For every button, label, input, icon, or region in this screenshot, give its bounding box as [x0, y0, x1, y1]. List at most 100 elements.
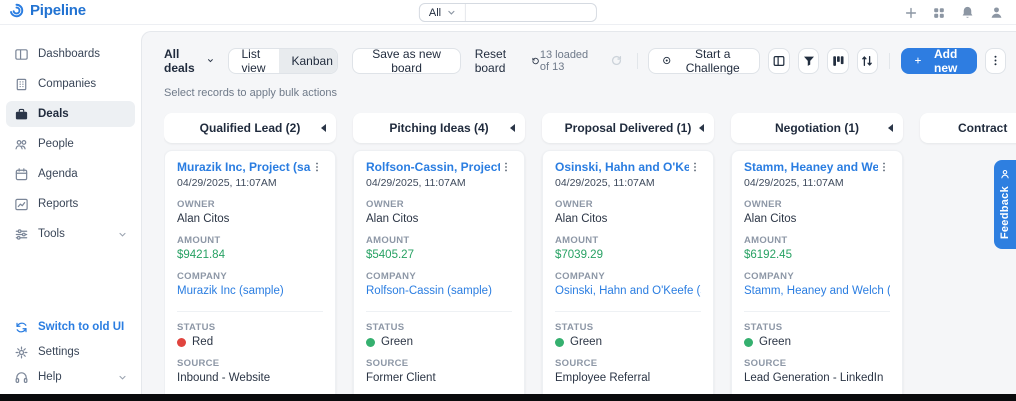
deal-card[interactable]: Stamm, Heaney and Welch, ... 04/29/2025,… [731, 150, 903, 394]
deal-title-link[interactable]: Stamm, Heaney and Welch, ... [744, 160, 878, 174]
deal-card[interactable]: Osinski, Hahn and O'Keefe, ... 04/29/202… [542, 150, 714, 394]
sort-arrows-icon [860, 54, 874, 68]
sidebar-item-label: Switch to old UI [38, 321, 124, 333]
global-search: All [419, 3, 597, 22]
kanban-bars-icon [831, 54, 845, 68]
plus-icon [914, 55, 922, 66]
apps-grid-icon[interactable] [932, 6, 946, 20]
status-dot [177, 338, 186, 347]
bell-icon[interactable] [960, 5, 975, 20]
deal-title-link[interactable]: Murazik Inc, Project (sam... [177, 160, 311, 174]
window-bottom-edge [0, 394, 1016, 401]
field-label-amount: AMOUNT [744, 235, 890, 246]
add-new-button[interactable]: Add new [901, 48, 977, 74]
field-label-company: COMPANY [177, 271, 323, 282]
board-selector-dropdown[interactable]: All deals [164, 47, 214, 75]
deal-amount: $7039.29 [555, 249, 701, 261]
quick-add-icon[interactable] [904, 6, 918, 20]
chevron-down-icon [207, 56, 214, 65]
tab-kanban-view[interactable]: Kanban [279, 49, 339, 73]
sidebar-item-dashboards[interactable]: Dashboards [6, 41, 135, 67]
save-as-new-board-button[interactable]: Save as new board [352, 48, 460, 74]
sidebar-item-label: Dashboards [38, 48, 100, 60]
sidebar-item-label: Help [38, 371, 62, 383]
sidebar-item-agenda[interactable]: Agenda [6, 161, 135, 187]
card-divider [555, 311, 701, 312]
card-menu-icon[interactable] [689, 161, 701, 173]
kanban-column-negotiation: Negotiation (1) Stamm, Heaney and Welch,… [731, 113, 903, 394]
logo-text: Pipeline [30, 2, 86, 19]
kanban-board: Qualified Lead (2) Murazik Inc, Project … [164, 113, 1016, 394]
sidebar-item-companies[interactable]: Companies [6, 71, 135, 97]
deal-company-link[interactable]: Rolfson-Cassin (sample) [366, 285, 512, 297]
field-label-status: STATUS [366, 322, 512, 333]
search-scope-dropdown[interactable]: All [420, 4, 466, 21]
refresh-icon[interactable] [606, 49, 625, 73]
search-input[interactable] [466, 4, 596, 21]
card-divider [177, 311, 323, 312]
people-icon [14, 137, 29, 152]
switch-arrows-icon [14, 320, 29, 335]
sidebar-item-people[interactable]: People [6, 131, 135, 157]
deal-card[interactable]: Murazik Inc, Project (sam... 04/29/2025,… [164, 150, 336, 394]
reset-board-button[interactable]: Reset board [475, 47, 540, 75]
app-logo[interactable]: Pipeline [8, 2, 86, 19]
deal-company-link[interactable]: Stamm, Heaney and Welch (sample) [744, 285, 890, 297]
field-label-status: STATUS [177, 322, 323, 333]
sort-button[interactable] [857, 48, 878, 74]
deal-status: Green [570, 336, 602, 348]
sidebar-item-help[interactable]: Help [6, 365, 135, 389]
divider [637, 53, 638, 69]
columns-icon [772, 54, 786, 68]
deal-source: Employee Referral [555, 372, 701, 384]
deal-owner: Alan Citos [555, 213, 701, 225]
collapse-column-icon[interactable] [510, 124, 515, 132]
user-avatar-icon[interactable] [989, 5, 1004, 20]
sidebar-item-tools[interactable]: Tools [6, 221, 135, 247]
kanban-column-contract: Contract [920, 113, 1016, 394]
deal-owner: Alan Citos [366, 213, 512, 225]
kanban-column-qualified-lead: Qualified Lead (2) Murazik Inc, Project … [164, 113, 336, 394]
deal-company-link[interactable]: Murazik Inc (sample) [177, 285, 323, 297]
card-menu-icon[interactable] [878, 161, 890, 173]
collapse-column-icon[interactable] [888, 124, 893, 132]
sidebar-item-reports[interactable]: Reports [6, 191, 135, 217]
sidebar-item-deals[interactable]: Deals [6, 101, 135, 127]
status-dot [744, 338, 753, 347]
deal-title-link[interactable]: Osinski, Hahn and O'Keefe, ... [555, 160, 689, 174]
sidebar-item-label: Tools [38, 228, 65, 240]
field-label-source: SOURCE [555, 358, 701, 369]
kanban-settings-button[interactable] [827, 48, 848, 74]
button-label: Save as new board [366, 47, 446, 75]
deal-amount: $9421.84 [177, 249, 323, 261]
card-menu-icon[interactable] [311, 161, 323, 173]
deal-company-link[interactable]: Osinski, Hahn and O'Keefe (sample) [555, 285, 701, 297]
board-selector-label: All deals [164, 47, 202, 75]
start-challenge-button[interactable]: Start a Challenge [648, 48, 760, 74]
deal-card[interactable]: Rolfson-Cassin, Project (sa... 04/29/202… [353, 150, 525, 394]
tab-label: List view [242, 48, 266, 74]
agenda-calendar-icon [14, 167, 29, 182]
field-label-owner: OWNER [366, 199, 512, 210]
collapse-column-icon[interactable] [699, 124, 704, 132]
kebab-menu-icon [989, 54, 1002, 67]
collapse-column-icon[interactable] [321, 124, 326, 132]
reports-chart-icon [14, 197, 29, 212]
deal-title-link[interactable]: Rolfson-Cassin, Project (sa... [366, 160, 500, 174]
column-header: Qualified Lead (2) [164, 113, 336, 143]
feedback-tab[interactable]: Feedback [994, 160, 1016, 249]
card-menu-icon[interactable] [500, 161, 512, 173]
topbar-actions [904, 0, 1004, 25]
switch-to-old-ui-link[interactable]: Switch to old UI [6, 315, 135, 339]
board-columns-button[interactable] [768, 48, 789, 74]
column-header: Contract [920, 113, 1016, 143]
more-options-button[interactable] [985, 48, 1006, 74]
filter-button[interactable] [798, 48, 819, 74]
view-switcher: List view Kanban [228, 48, 339, 74]
bulk-actions-hint: Select records to apply bulk actions [164, 87, 337, 99]
sidebar-item-settings[interactable]: Settings [6, 340, 135, 364]
deal-date: 04/29/2025, 11:07AM [744, 177, 890, 189]
column-header: Proposal Delivered (1) [542, 113, 714, 143]
field-label-owner: OWNER [177, 199, 323, 210]
tab-list-view[interactable]: List view [229, 49, 279, 73]
